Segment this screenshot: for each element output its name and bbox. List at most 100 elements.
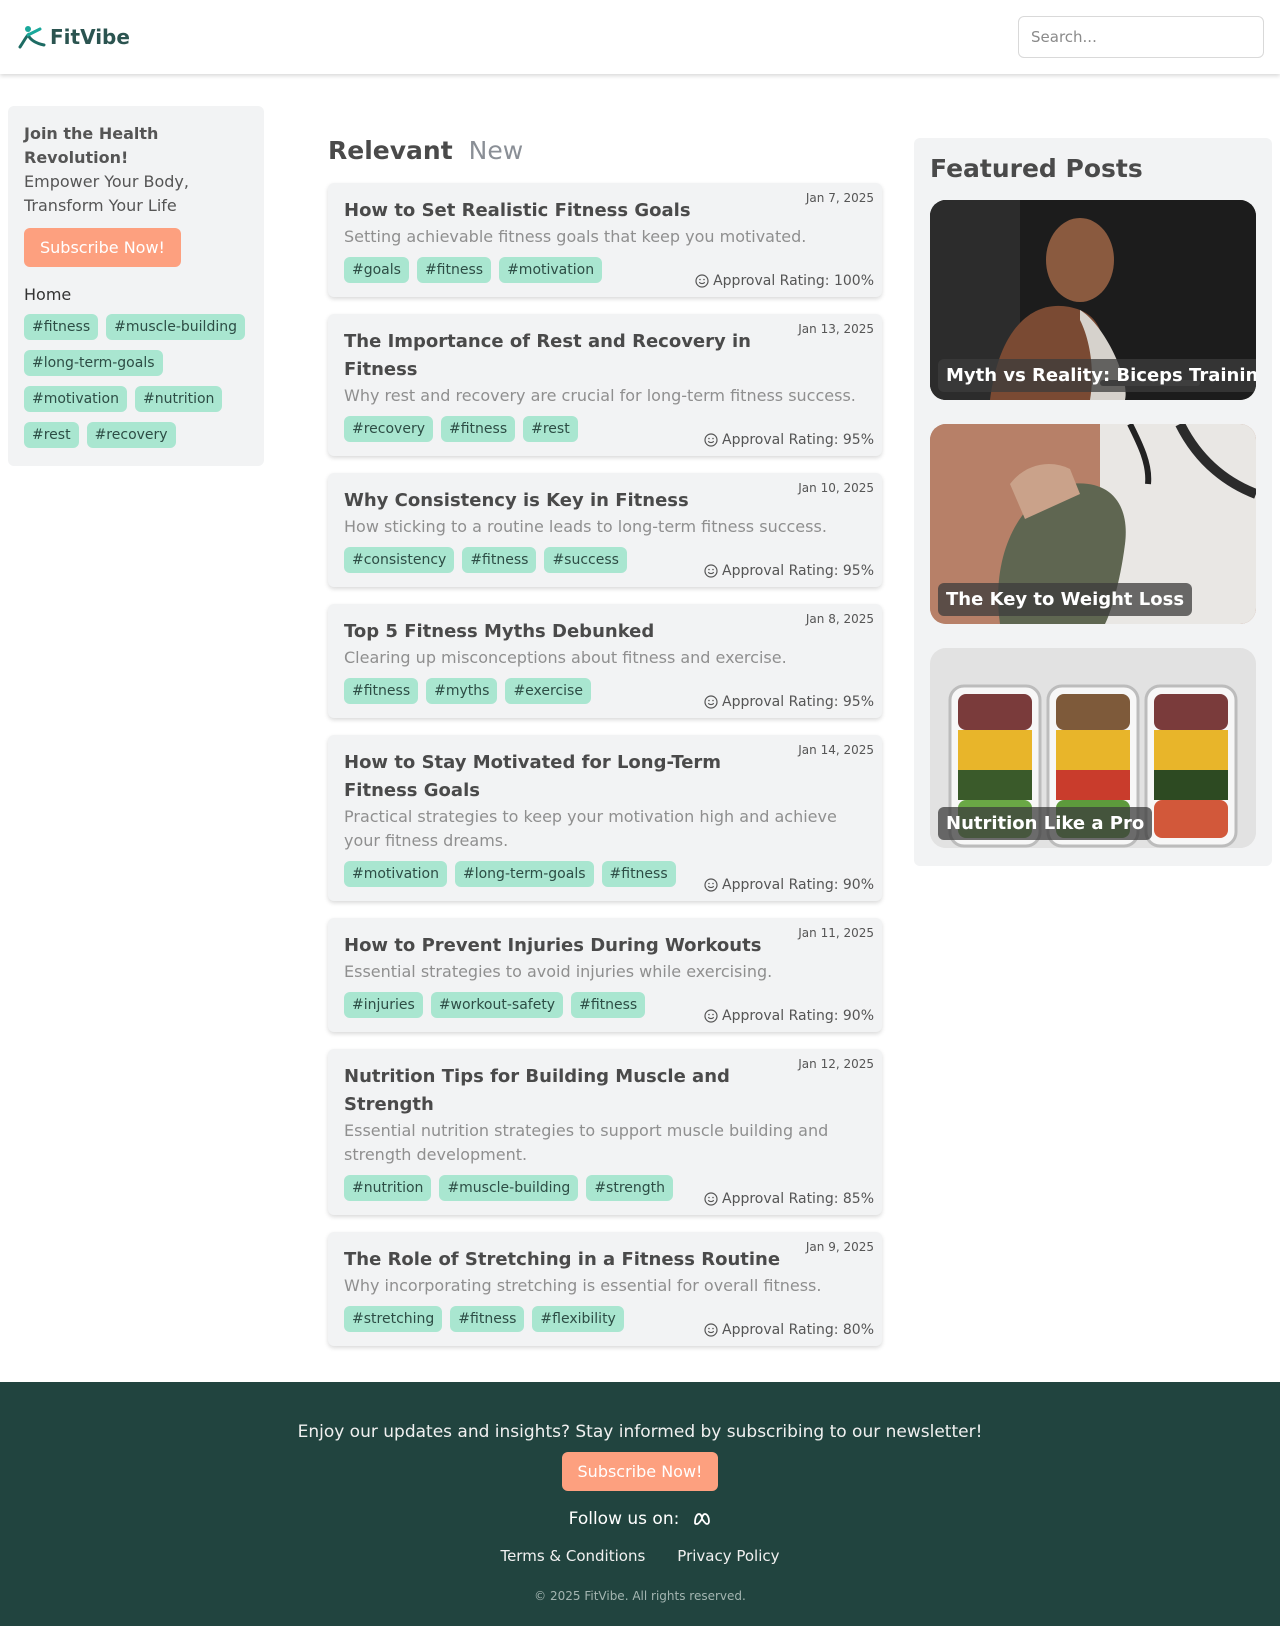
post-card[interactable]: Jan 10, 2025 Why Consistency is Key in Fi…: [328, 473, 882, 587]
approval-rating: Approval Rating: 95%: [704, 563, 874, 579]
post-footer: #injuries #workout-safety #fitness Approval…: [344, 992, 874, 1024]
approval-rating-text: Approval Rating: 90%: [722, 1008, 874, 1024]
approval-rating-text: Approval Rating: 90%: [722, 877, 874, 893]
post-date: Jan 8, 2025: [805, 612, 874, 626]
post-tag[interactable]: #fitness: [450, 1306, 525, 1332]
post-tag[interactable]: #motivation: [499, 257, 603, 283]
post-card[interactable]: Jan 11, 2025 How to Prevent Injuries Duri…: [328, 918, 882, 1032]
post-description: Essential nutrition strategies to suppor…: [344, 1121, 829, 1164]
post-tag[interactable]: #injuries: [344, 992, 423, 1018]
smiley-icon: [704, 1009, 718, 1023]
sidebar-tag[interactable]: #long-term-goals: [24, 350, 163, 376]
privacy-link[interactable]: Privacy Policy: [677, 1547, 779, 1565]
post-tag[interactable]: #fitness: [462, 547, 537, 573]
post-title[interactable]: How to Prevent Injuries During Workouts: [344, 932, 866, 960]
footer: Enjoy our updates and insights? Stay inf…: [0, 1382, 1280, 1626]
post-card[interactable]: Jan 9, 2025 The Role of Stretching in a F…: [328, 1232, 882, 1346]
approval-rating: Approval Rating: 90%: [704, 877, 874, 893]
featured-title: Featured Posts: [930, 154, 1143, 183]
featured-card[interactable]: Nutrition Like a Pro: [930, 648, 1256, 848]
post-tag[interactable]: #fitness: [441, 416, 516, 442]
post-tags: #stretching #fitness #flexibility: [344, 1306, 624, 1332]
post-tag[interactable]: #long-term-goals: [455, 861, 594, 887]
sidebar-tag[interactable]: #nutrition: [135, 386, 223, 412]
post-card[interactable]: Jan 14, 2025 How to Stay Motivated for Lo…: [328, 735, 882, 901]
post-title[interactable]: The Role of Stretching in a Fitness Rout…: [344, 1246, 866, 1274]
post-footer: #nutrition #muscle-building #strength Appro…: [344, 1175, 874, 1207]
join-subtitle: Empower Your Body, Transform Your Life: [24, 172, 189, 215]
post-tags: #motivation #long-term-goals #fitness: [344, 861, 676, 887]
post-date: Jan 14, 2025: [798, 743, 874, 757]
sidebar-tag[interactable]: #rest: [24, 422, 79, 448]
post-title[interactable]: The Importance of Rest and Recovery in F…: [344, 328, 866, 384]
post-title[interactable]: How to Set Realistic Fitness Goals: [344, 197, 866, 225]
post-date: Jan 12, 2025: [798, 1057, 874, 1071]
approval-rating: Approval Rating: 80%: [704, 1322, 874, 1338]
post-tag[interactable]: #fitness: [344, 678, 419, 704]
post-title[interactable]: How to Stay Motivated for Long-Term Fitn…: [344, 749, 866, 805]
post-tag[interactable]: #myths: [426, 678, 498, 704]
smiley-icon: [704, 878, 718, 892]
sidebar-tag[interactable]: #muscle-building: [106, 314, 245, 340]
smiley-icon: [704, 1323, 718, 1337]
sidebar-tag[interactable]: #fitness: [24, 314, 99, 340]
post-card[interactable]: Jan 7, 2025 How to Set Realistic Fitness …: [328, 183, 882, 297]
post-tag[interactable]: #fitness: [416, 257, 492, 283]
post-card[interactable]: Jan 8, 2025 Top 5 Fitness Myths Debunked C…: [328, 604, 882, 718]
post-card[interactable]: Jan 12, 2025 Nutrition Tips for Building …: [328, 1049, 882, 1215]
sidebar-tag[interactable]: #recovery: [86, 422, 176, 448]
post-tags: #fitness #myths #exercise: [344, 678, 591, 704]
post-tags: #consistency #fitness #success: [344, 547, 627, 573]
post-tag[interactable]: #stretching: [344, 1306, 443, 1332]
tab-new[interactable]: New: [469, 136, 524, 165]
fitness-figure-icon: [18, 26, 46, 49]
featured-caption: Nutrition Like a Pro: [938, 807, 1153, 840]
post-tag[interactable]: #nutrition: [344, 1175, 432, 1201]
featured-card[interactable]: Myth vs Reality: Biceps Training: [930, 200, 1256, 400]
main-feed: Relevant New Jan 7, 2025 How to Set Reali…: [328, 136, 882, 1363]
post-tags: #goals #fitness #motivation: [344, 257, 603, 283]
post-tag[interactable]: #strength: [586, 1175, 674, 1201]
post-tag[interactable]: #exercise: [505, 678, 591, 704]
footer-subscribe-button[interactable]: Subscribe Now!: [561, 1452, 719, 1491]
post-date: Jan 10, 2025: [798, 481, 874, 495]
post-tag[interactable]: #goals: [344, 257, 409, 283]
post-footer: #recovery #fitness #rest Approval Rating: 9…: [344, 416, 874, 448]
sidebar-subscribe-button[interactable]: Subscribe Now!: [24, 228, 181, 267]
post-tag[interactable]: #consistency: [344, 547, 455, 573]
logo[interactable]: FitVibe: [16, 23, 130, 51]
post-title[interactable]: Top 5 Fitness Myths Debunked: [344, 618, 866, 646]
approval-rating-text: Approval Rating: 95%: [722, 694, 874, 710]
search-input[interactable]: [1018, 16, 1264, 58]
post-tag[interactable]: #muscle-building: [439, 1175, 579, 1201]
post-date: Jan 11, 2025: [798, 926, 874, 940]
post-description: Why rest and recovery are crucial for lo…: [344, 386, 856, 405]
post-description: Setting achievable fitness goals that ke…: [344, 227, 807, 246]
smiley-icon: [704, 695, 718, 709]
approval-rating-text: Approval Rating: 100%: [713, 273, 874, 289]
tab-relevant[interactable]: Relevant: [328, 136, 453, 165]
featured-card[interactable]: The Key to Weight Loss: [930, 424, 1256, 624]
terms-link[interactable]: Terms & Conditions: [500, 1547, 645, 1565]
home-link[interactable]: Home: [24, 285, 248, 304]
post-tag[interactable]: #success: [544, 547, 627, 573]
post-footer: #goals #fitness #motivation Approval Rating…: [344, 257, 874, 289]
post-title[interactable]: Why Consistency is Key in Fitness: [344, 487, 866, 515]
post-card[interactable]: Jan 13, 2025 The Importance of Rest and R…: [328, 314, 882, 456]
post-tag[interactable]: #recovery: [344, 416, 433, 442]
featured-caption: Myth vs Reality: Biceps Training: [938, 359, 1256, 392]
post-tag[interactable]: #workout-safety: [430, 992, 564, 1018]
sidebar-tag[interactable]: #motivation: [24, 386, 127, 412]
post-title[interactable]: Nutrition Tips for Building Muscle and S…: [344, 1063, 866, 1119]
feed-tabs: Relevant New: [328, 136, 882, 165]
post-tag[interactable]: #fitness: [601, 861, 676, 887]
post-tag[interactable]: #motivation: [344, 861, 447, 887]
post-tag[interactable]: #rest: [523, 416, 578, 442]
post-tag[interactable]: #flexibility: [532, 1306, 624, 1332]
header: FitVibe: [0, 0, 1280, 74]
approval-rating: Approval Rating: 95%: [704, 694, 874, 710]
meta-icon[interactable]: [693, 1513, 711, 1525]
brand-name: FitVibe: [50, 25, 130, 49]
post-tag[interactable]: #fitness: [571, 992, 646, 1018]
approval-rating-text: Approval Rating: 95%: [722, 432, 874, 448]
